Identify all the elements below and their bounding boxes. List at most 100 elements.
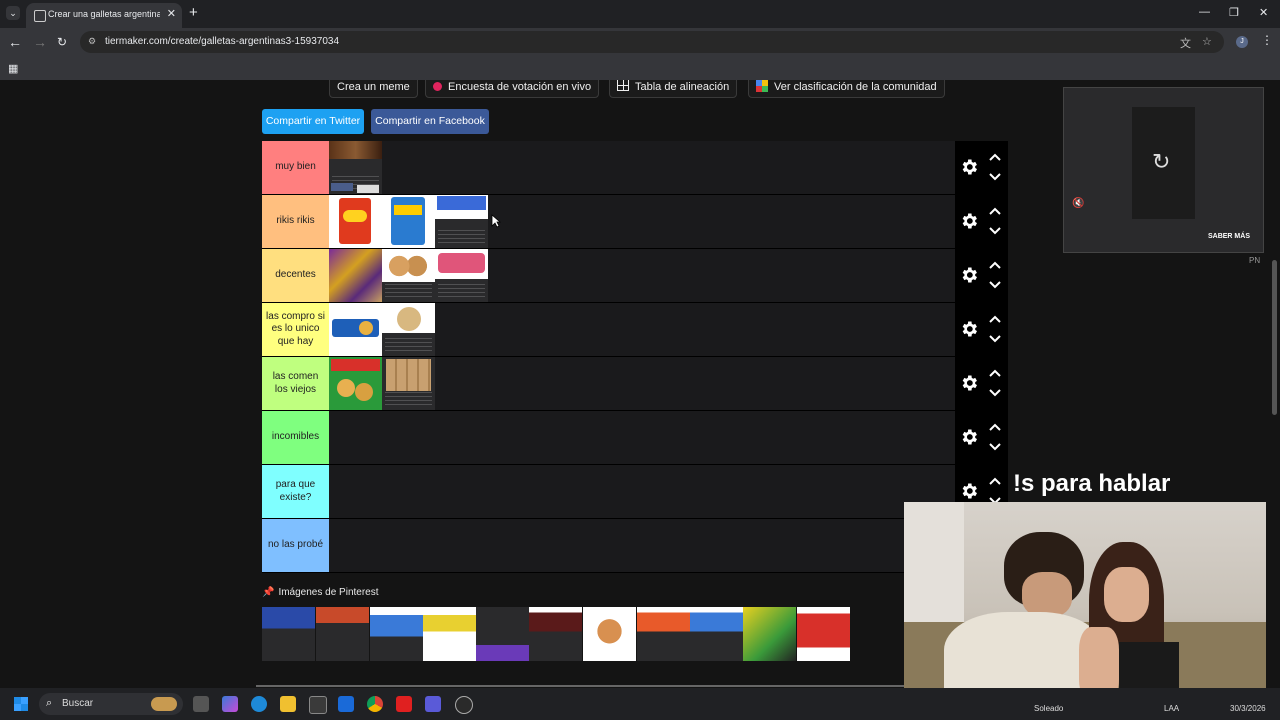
teams-icon[interactable] — [425, 696, 441, 712]
pinterest-image[interactable] — [423, 607, 476, 661]
obs-icon[interactable] — [455, 696, 473, 714]
site-info-icon[interactable]: ⚙ — [88, 36, 98, 46]
share-twitter-button[interactable]: Compartir en Twitter — [262, 109, 364, 134]
horizontal-scroll-indicator[interactable] — [256, 685, 906, 687]
pinterest-image[interactable] — [529, 607, 582, 661]
settings-gear-icon[interactable] — [959, 211, 979, 231]
move-up-icon[interactable] — [988, 422, 1002, 432]
tier-label[interactable]: no las probé — [262, 519, 329, 572]
pinterest-image[interactable] — [637, 607, 690, 661]
chrome-icon[interactable] — [367, 696, 383, 712]
move-down-icon[interactable] — [988, 226, 1002, 236]
apps-grid-icon[interactable]: ▦ — [8, 62, 18, 75]
back-icon[interactable]: ← — [8, 34, 22, 50]
menu-kebab-icon[interactable]: ⋮ — [1261, 33, 1273, 47]
bookmark-star-icon[interactable]: ☆ — [1202, 35, 1212, 48]
create-meme-button[interactable]: Crea un meme — [329, 80, 418, 98]
pinterest-image[interactable] — [743, 607, 796, 661]
tier-item-filled-biscuits[interactable] — [382, 249, 435, 302]
language-indicator[interactable]: LAA — [1164, 704, 1179, 713]
tier-item-blue-card[interactable] — [435, 195, 488, 248]
tier-row: para que existe? — [262, 465, 1008, 519]
minimize-icon[interactable]: — — [1199, 6, 1210, 18]
new-tab-icon[interactable]: + — [189, 4, 198, 21]
tier-item-round-cookies[interactable] — [382, 303, 435, 356]
share-facebook-button[interactable]: Compartir en Facebook — [371, 109, 489, 134]
pinterest-image[interactable] — [476, 607, 529, 661]
move-up-icon[interactable] — [988, 260, 1002, 270]
pinterest-image[interactable] — [583, 607, 636, 661]
settings-gear-icon[interactable] — [959, 319, 979, 339]
close-tab-icon[interactable]: ✕ — [167, 7, 176, 20]
pinterest-image[interactable] — [370, 607, 423, 661]
learn-more-button[interactable]: SABER MÁS — [1208, 233, 1250, 240]
tier-item-rolled-biscuits[interactable] — [382, 357, 435, 410]
ad-video-frame[interactable]: ↻ — [1132, 107, 1195, 219]
page-scrollbar[interactable] — [1272, 260, 1277, 415]
move-up-icon[interactable] — [988, 368, 1002, 378]
pinterest-image[interactable] — [797, 607, 850, 661]
weather-text[interactable]: Soleado — [1034, 704, 1063, 713]
pinterest-image[interactable] — [262, 607, 315, 661]
move-down-icon[interactable] — [988, 172, 1002, 182]
settings-gear-icon[interactable] — [959, 373, 979, 393]
community-rank-button[interactable]: Ver clasificación de la comunidad — [748, 80, 945, 98]
reload-icon[interactable]: ↻ — [57, 34, 67, 50]
tier-item-rex[interactable] — [329, 195, 382, 248]
tier-item-kesitas[interactable] — [382, 195, 435, 248]
date-text[interactable]: 30/3/2026 — [1230, 704, 1266, 713]
tier-row: las comen los viejos — [262, 357, 1008, 411]
close-window-icon[interactable]: ✕ — [1259, 6, 1268, 19]
settings-gear-icon[interactable] — [959, 427, 979, 447]
profile-avatar[interactable]: J — [1236, 36, 1248, 48]
live-poll-button[interactable]: Encuesta de votación en vivo — [425, 80, 600, 98]
pinterest-image[interactable] — [316, 607, 369, 661]
copilot-icon[interactable] — [222, 696, 238, 712]
pinterest-image[interactable] — [690, 607, 743, 661]
forward-icon[interactable]: → — [33, 34, 47, 50]
move-up-icon[interactable] — [988, 476, 1002, 486]
settings-gear-icon[interactable] — [959, 481, 979, 501]
tier-label[interactable]: rikis rikis — [262, 195, 329, 248]
outlook-icon[interactable] — [338, 696, 354, 712]
settings-gear-icon[interactable] — [959, 157, 979, 177]
restore-icon[interactable]: ❐ — [1229, 6, 1239, 19]
tier-label[interactable]: para que existe? — [262, 465, 329, 518]
settings-gear-icon[interactable] — [959, 265, 979, 285]
file-explorer-icon[interactable] — [280, 696, 296, 712]
tier-label[interactable]: las comen los viejos — [262, 357, 329, 410]
move-down-icon[interactable] — [988, 280, 1002, 290]
alignment-chart-label: Tabla de alineación — [635, 81, 730, 93]
tier-controls — [955, 303, 1008, 356]
move-up-icon[interactable] — [988, 152, 1002, 162]
move-down-icon[interactable] — [988, 442, 1002, 452]
move-down-icon[interactable] — [988, 334, 1002, 344]
taskbar-search[interactable]: ⌕ Buscar — [39, 693, 183, 715]
video-ad[interactable]: ↻ 🔇 SABER MÁS — [1063, 87, 1264, 253]
windows-start-icon[interactable] — [14, 697, 28, 711]
tier-item-cookie-bags[interactable] — [329, 249, 382, 302]
tier-item-portenitas[interactable] — [329, 303, 382, 356]
replay-icon[interactable]: ↻ — [1152, 149, 1170, 175]
move-up-icon[interactable] — [988, 314, 1002, 324]
tab-list-icon[interactable]: ⌄ — [6, 6, 20, 20]
mute-icon[interactable]: 🔇 — [1072, 198, 1084, 209]
tier-label[interactable]: muy bien — [262, 141, 329, 194]
edge-icon[interactable] — [251, 696, 267, 712]
tier-label[interactable]: decentes — [262, 249, 329, 302]
tier-item-cookie-card[interactable] — [329, 141, 382, 194]
browser-tab[interactable]: Crear una galletas argentinas3 ✕ — [26, 3, 182, 28]
tier-label[interactable]: incomibles — [262, 411, 329, 464]
task-view-icon[interactable] — [193, 696, 209, 712]
translate-icon[interactable]: 文 — [1180, 35, 1191, 51]
tier-item-pink-cookies[interactable] — [435, 249, 488, 302]
alignment-chart-button[interactable]: Tabla de alineación — [609, 80, 738, 98]
store-icon[interactable] — [309, 696, 327, 714]
address-bar[interactable]: ⚙ tiermaker.com/create/galletas-argentin… — [80, 31, 1224, 53]
move-up-icon[interactable] — [988, 206, 1002, 216]
move-down-icon[interactable] — [988, 388, 1002, 398]
youtube-icon[interactable] — [396, 696, 412, 712]
tier-item-terrabusi[interactable] — [329, 357, 382, 410]
url-text[interactable]: tiermaker.com/create/galletas-argentinas… — [105, 36, 339, 47]
tier-label[interactable]: las compro si es lo unico que hay — [262, 303, 329, 356]
